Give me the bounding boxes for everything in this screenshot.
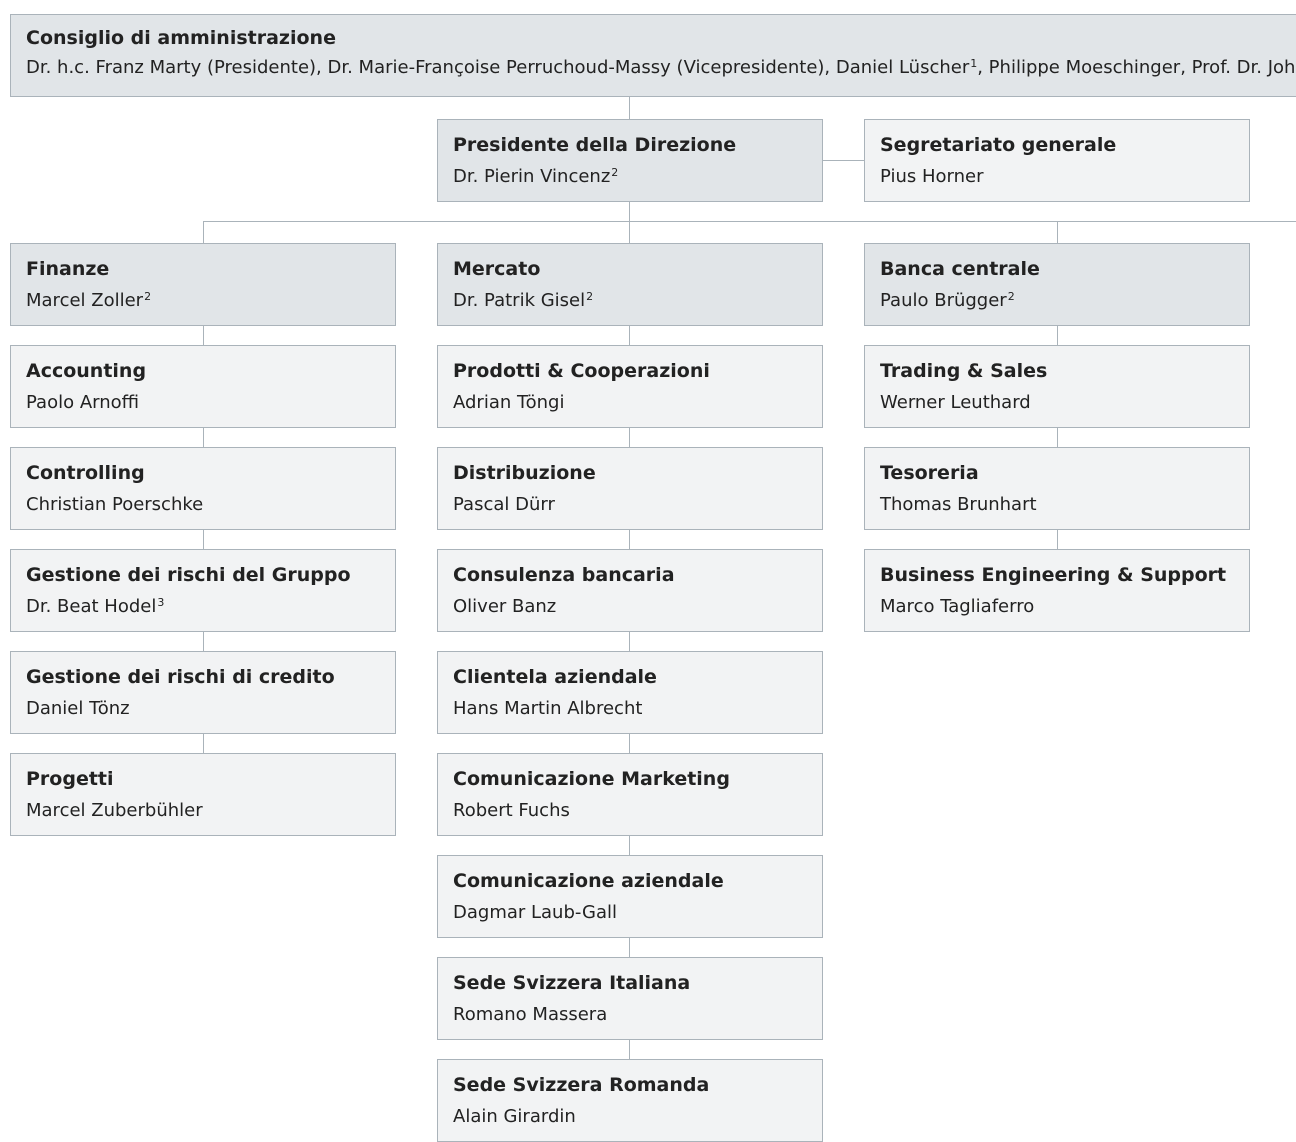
unit-box: Controlling Christian Poerschke	[10, 447, 396, 530]
connector-bar-finance	[203, 221, 204, 244]
central-head: Paulo Brügger2	[880, 290, 1015, 311]
unit-box: Business Engineering & Support Marco Tag…	[864, 549, 1250, 632]
unit-box: Trading & Sales Werner Leuthard	[864, 345, 1250, 428]
unit-title: Controlling	[26, 462, 145, 484]
unit-name: Hans Martin Albrecht	[453, 698, 643, 719]
unit-title: Progetti	[26, 768, 114, 790]
unit-name: Daniel Tönz	[26, 698, 130, 719]
unit-title: Clientela aziendale	[453, 666, 657, 688]
unit-box: Gestione dei rischi di credito Daniel Tö…	[10, 651, 396, 734]
unit-name: Adrian Töngi	[453, 392, 565, 413]
unit-box: Consulenza bancaria Oliver Banz	[437, 549, 823, 632]
unit-name: Dagmar Laub-Gall	[453, 902, 618, 923]
unit-title: Business Engineering & Support	[880, 564, 1227, 586]
unit-title: Distribuzione	[453, 462, 596, 484]
finance-box: Finanze Marcel Zoller2	[10, 243, 396, 326]
connector-president-secretariat	[822, 160, 865, 161]
unit-title: Sede Svizzera Romanda	[453, 1074, 710, 1096]
unit-name: Romano Massera	[453, 1004, 608, 1025]
connector-board-president	[629, 96, 630, 120]
unit-name: Alain Girardin	[453, 1106, 576, 1127]
unit-title: Trading & Sales	[880, 360, 1048, 382]
connector-president-divisions	[629, 201, 630, 244]
unit-box: Comunicazione aziendale Dagmar Laub-Gall	[437, 855, 823, 938]
unit-title: Comunicazione aziendale	[453, 870, 724, 892]
unit-box: Gestione dei rischi del Gruppo Dr. Beat …	[10, 549, 396, 632]
unit-name: Robert Fuchs	[453, 800, 570, 821]
market-box: Mercato Dr. Patrik Gisel2	[437, 243, 823, 326]
unit-name: Werner Leuthard	[880, 392, 1031, 413]
board-box: Consiglio di amministrazione Dr. h.c. Fr…	[10, 14, 1296, 97]
president-name: Dr. Pierin Vincenz2	[453, 166, 619, 187]
unit-box: Sede Svizzera Romanda Alain Girardin	[437, 1059, 823, 1142]
unit-box: Sede Svizzera Italiana Romano Massera	[437, 957, 823, 1040]
unit-title: Sede Svizzera Italiana	[453, 972, 691, 994]
secretariat-box: Segretariato generale Pius Horner	[864, 119, 1250, 202]
unit-box: Distribuzione Pascal Dürr	[437, 447, 823, 530]
market-title: Mercato	[453, 258, 541, 280]
unit-box: Clientela aziendale Hans Martin Albrecht	[437, 651, 823, 734]
unit-box: Progetti Marcel Zuberbühler	[10, 753, 396, 836]
unit-title: Gestione dei rischi di credito	[26, 666, 335, 688]
connector-divisions-bar	[203, 221, 1296, 222]
president-title: Presidente della Direzione	[453, 134, 737, 156]
unit-box: Tesoreria Thomas Brunhart	[864, 447, 1250, 530]
unit-title: Accounting	[26, 360, 147, 382]
central-title: Banca centrale	[880, 258, 1040, 280]
unit-name: Thomas Brunhart	[880, 494, 1037, 515]
unit-name: Marco Tagliaferro	[880, 596, 1035, 617]
unit-title: Tesoreria	[880, 462, 979, 484]
president-box: Presidente della Direzione Dr. Pierin Vi…	[437, 119, 823, 202]
unit-name: Christian Poerschke	[26, 494, 204, 515]
central-box: Banca centrale Paulo Brügger2	[864, 243, 1250, 326]
board-members: Dr. h.c. Franz Marty (Presidente), Dr. M…	[26, 57, 1296, 78]
finance-title: Finanze	[26, 258, 110, 280]
unit-box: Prodotti & Cooperazioni Adrian Töngi	[437, 345, 823, 428]
unit-title: Gestione dei rischi del Gruppo	[26, 564, 351, 586]
connector-bar-central	[1057, 221, 1058, 244]
unit-box: Accounting Paolo Arnoffi	[10, 345, 396, 428]
market-head: Dr. Patrik Gisel2	[453, 290, 594, 311]
secretariat-title: Segretariato generale	[880, 134, 1117, 156]
unit-name: Paolo Arnoffi	[26, 392, 140, 413]
unit-name: Oliver Banz	[453, 596, 557, 617]
unit-title: Prodotti & Cooperazioni	[453, 360, 710, 382]
secretariat-name: Pius Horner	[880, 166, 984, 187]
unit-title: Consulenza bancaria	[453, 564, 675, 586]
board-title: Consiglio di amministrazione	[26, 27, 336, 49]
unit-name: Dr. Beat Hodel3	[26, 596, 165, 617]
unit-name: Marcel Zuberbühler	[26, 800, 203, 821]
finance-head: Marcel Zoller2	[26, 290, 152, 311]
unit-title: Comunicazione Marketing	[453, 768, 730, 790]
unit-name: Pascal Dürr	[453, 494, 555, 515]
unit-box: Comunicazione Marketing Robert Fuchs	[437, 753, 823, 836]
